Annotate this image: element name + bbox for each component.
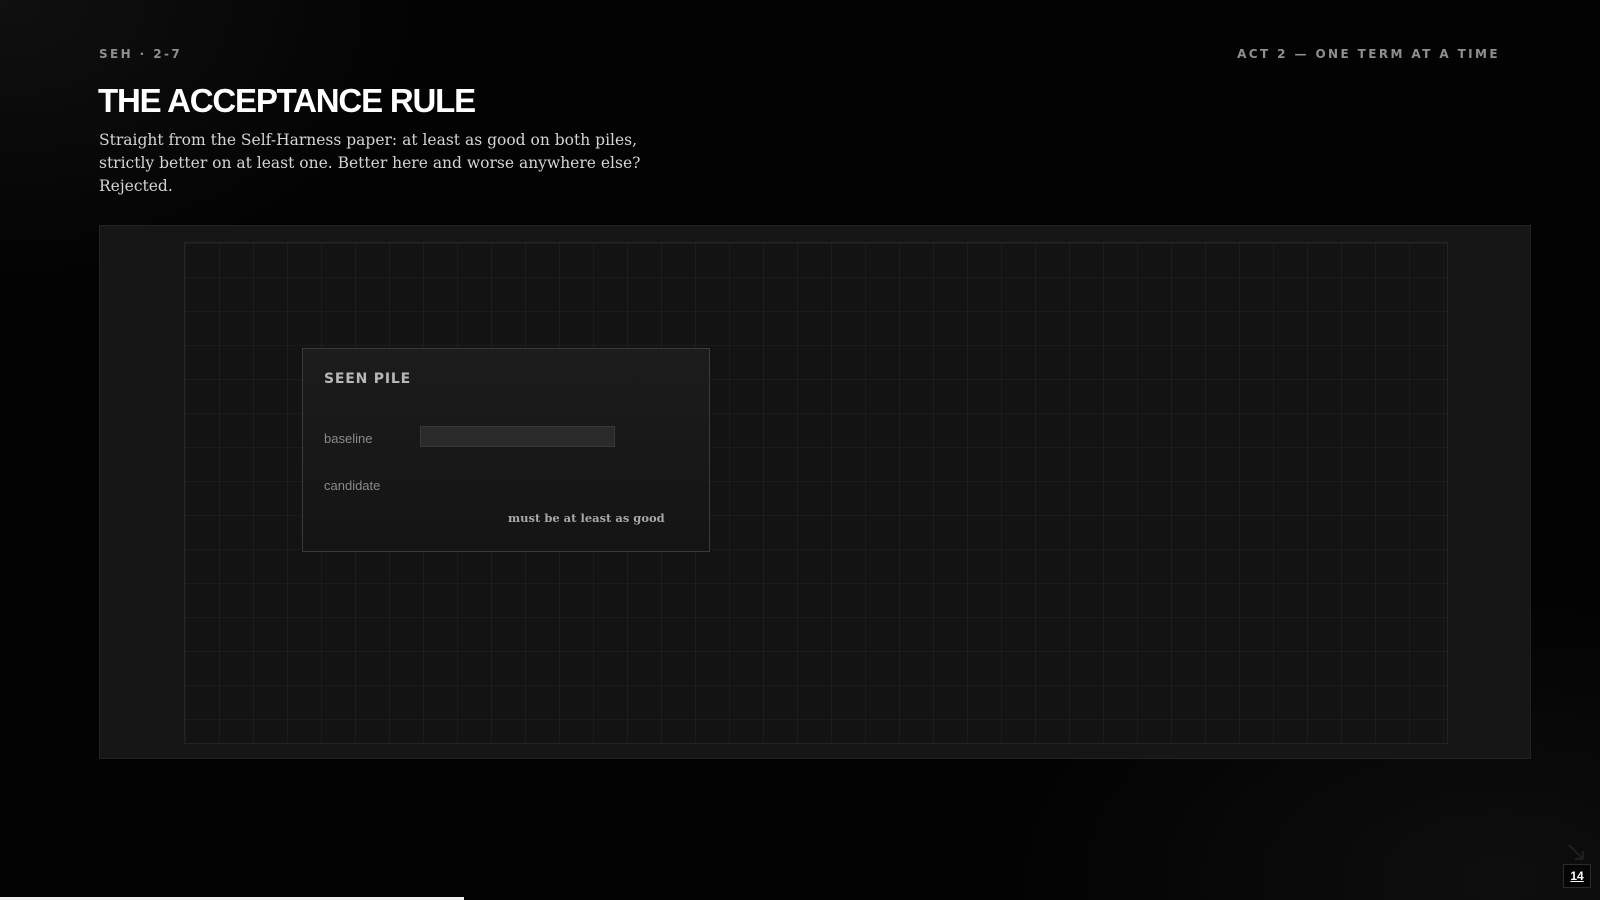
pile-note: must be at least as good xyxy=(508,511,665,525)
diagram-stage: SEEN PILE baseline candidate must be at … xyxy=(99,225,1531,759)
baseline-label: baseline xyxy=(324,431,373,446)
slide-subtitle: Straight from the Self-Harness paper: at… xyxy=(99,131,641,195)
baseline-bar xyxy=(420,426,615,447)
page-number[interactable]: 14 xyxy=(1563,864,1591,888)
candidate-bar xyxy=(420,473,615,494)
baseline-bar-fill xyxy=(421,427,614,446)
slide-title: THE ACCEPTANCE RULE xyxy=(98,82,476,119)
candidate-label: candidate xyxy=(324,478,381,493)
seen-pile-card: SEEN PILE baseline candidate must be at … xyxy=(302,348,710,552)
pile-title: SEEN PILE xyxy=(324,371,411,387)
grid-canvas: SEEN PILE baseline candidate must be at … xyxy=(184,242,1448,744)
act-label: ACT 2 — ONE TERM AT A TIME xyxy=(1237,47,1500,61)
section-code: SEH · 2-7 xyxy=(99,47,183,61)
diagonal-arrow-icon[interactable] xyxy=(1566,842,1586,862)
